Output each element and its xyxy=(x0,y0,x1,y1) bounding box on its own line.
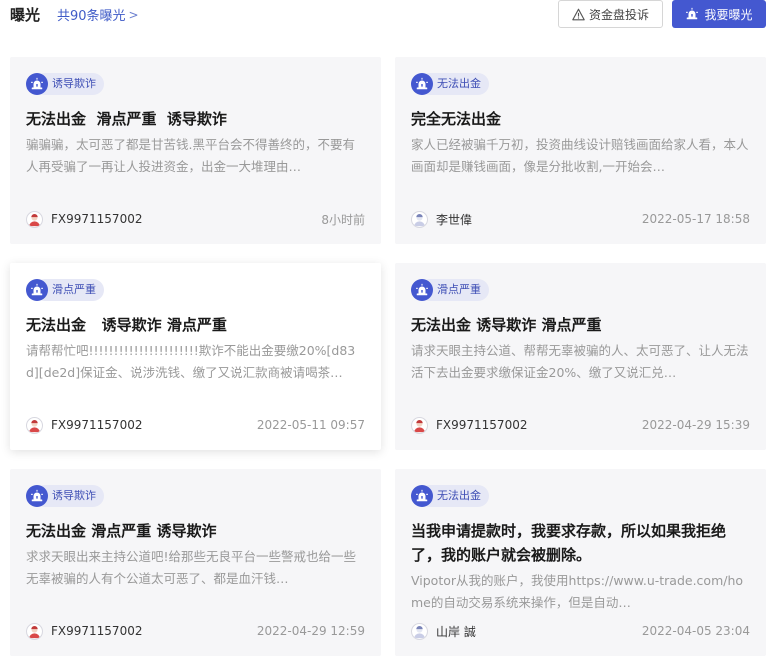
card-author: FX9971157002 xyxy=(26,210,143,228)
siren-icon xyxy=(411,73,433,95)
card-description: 请帮帮忙吧!!!!!!!!!!!!!!!!!!!!!!欺诈不能出金要缴20%[d… xyxy=(26,343,356,380)
author-name: FX9971157002 xyxy=(51,418,143,432)
card-footer: 山岸 誠 2022-04-05 23:04 xyxy=(411,621,750,641)
category-tag: 诱导欺诈 xyxy=(26,73,104,95)
post-time: 2022-05-11 09:57 xyxy=(256,418,365,432)
category-tag: 滑点严重 xyxy=(26,279,104,301)
exposure-card[interactable]: 诱导欺诈 无法出金 滑点严重 诱导欺诈 求求天眼出来主持公道吧!给那些无良平台一… xyxy=(10,469,381,656)
user-blue-avatar-icon xyxy=(411,210,428,228)
card-description: 家人已经被骗千万初，投资曲线设计赔钱画面给家人看，本人画面却是赚钱画面，像是分批… xyxy=(411,137,749,174)
exposure-count-label: 共90条曝光 xyxy=(57,9,126,24)
warning-icon xyxy=(572,8,585,20)
card-author: FX9971157002 xyxy=(26,622,143,640)
author-name: FX9971157002 xyxy=(51,624,143,638)
siren-icon xyxy=(26,279,48,301)
post-time: 8小时前 xyxy=(321,212,365,227)
card-footer: FX9971157002 2022-04-29 15:39 xyxy=(411,415,750,435)
exposure-header: 曝光 共90条曝光 > 资金盘投诉 我要曝光 xyxy=(0,0,774,40)
user-red-avatar-icon xyxy=(26,622,43,640)
siren-icon xyxy=(686,7,699,20)
post-time: 2022-05-17 18:58 xyxy=(641,212,750,226)
exposure-card[interactable]: 滑点严重 无法出金 诱导欺诈 滑点严重 请帮帮忙吧!!!!!!!!!!!!!!!… xyxy=(10,263,381,450)
user-blue-avatar-icon xyxy=(411,622,428,640)
category-tag: 无法出金 xyxy=(411,73,489,95)
siren-icon xyxy=(411,485,433,507)
user-red-avatar-icon xyxy=(26,416,43,434)
card-author: FX9971157002 xyxy=(26,416,143,434)
category-tag: 诱导欺诈 xyxy=(26,485,104,507)
post-time: 2022-04-29 15:39 xyxy=(641,418,750,432)
card-author: FX9971157002 xyxy=(411,416,528,434)
complaint-button-label: 资金盘投诉 xyxy=(588,7,649,22)
chevron-right-icon: > xyxy=(128,7,139,22)
fund-scheme-complaint-button[interactable]: 资金盘投诉 xyxy=(558,0,663,28)
card-description: 请求天眼主持公道、帮帮无辜被骗的人、太可恶了、让人无法活下去出金要求缴保证金20… xyxy=(411,343,749,380)
card-title: 无法出金 诱导欺诈 滑点严重 xyxy=(411,316,602,334)
siren-icon xyxy=(26,485,48,507)
author-name: 山岸 誠 xyxy=(436,624,476,639)
card-title: 完全无法出金 xyxy=(411,110,502,128)
card-footer: 李世偉 2022-05-17 18:58 xyxy=(411,209,750,229)
exposure-card[interactable]: 无法出金 完全无法出金 家人已经被骗千万初，投资曲线设计赔钱画面给家人看，本人画… xyxy=(395,57,766,244)
exposure-count-link[interactable]: 共90条曝光 > xyxy=(57,5,139,25)
card-footer: FX9971157002 2022-04-29 12:59 xyxy=(26,621,365,641)
exposure-card[interactable]: 无法出金 当我申请提款时，我要求存款，所以如果我拒绝了，我的账户就会被删除。 V… xyxy=(395,469,766,656)
user-red-avatar-icon xyxy=(411,416,428,434)
card-author: 山岸 誠 xyxy=(411,622,476,640)
card-description: 求求天眼出来主持公道吧!给那些无良平台一些警戒也给一些无辜被骗的人有个公道太可恶… xyxy=(26,549,357,586)
expose-button-label: 我要曝光 xyxy=(704,7,753,22)
exposure-card[interactable]: 诱导欺诈 无法出金 滑点严重 诱导欺诈 骗骗骗，太可恶了都是甘苦钱.黑平台会不得… xyxy=(10,57,381,244)
author-name: FX9971157002 xyxy=(436,418,528,432)
siren-icon xyxy=(26,73,48,95)
card-footer: FX9971157002 8小时前 xyxy=(26,209,365,229)
card-footer: FX9971157002 2022-05-11 09:57 xyxy=(26,415,365,435)
post-time: 2022-04-29 12:59 xyxy=(256,624,365,638)
author-name: FX9971157002 xyxy=(51,212,143,226)
page-title: 曝光 xyxy=(10,6,41,24)
card-description: 骗骗骗，太可恶了都是甘苦钱.黑平台会不得善终的，不要有人再受骗了一再让人投进资金… xyxy=(26,137,355,174)
category-tag: 滑点严重 xyxy=(411,279,489,301)
author-name: 李世偉 xyxy=(436,212,473,227)
card-title: 当我申请提款时，我要求存款，所以如果我拒绝了，我的账户就会被删除。 xyxy=(411,522,727,564)
user-red-avatar-icon xyxy=(26,210,43,228)
submit-exposure-button[interactable]: 我要曝光 xyxy=(672,0,766,28)
exposure-card[interactable]: 滑点严重 无法出金 诱导欺诈 滑点严重 请求天眼主持公道、帮帮无辜被骗的人、太可… xyxy=(395,263,766,450)
card-title: 无法出金 滑点严重 诱导欺诈 xyxy=(26,110,227,128)
card-author: 李世偉 xyxy=(411,210,473,228)
category-tag: 无法出金 xyxy=(411,485,489,507)
card-title: 无法出金 滑点严重 诱导欺诈 xyxy=(26,522,217,540)
post-time: 2022-04-05 23:04 xyxy=(641,624,750,638)
card-description: Vipotor从我的账户，我使用https://www.u-trade.com/… xyxy=(411,573,744,610)
siren-icon xyxy=(411,279,433,301)
card-title: 无法出金 诱导欺诈 滑点严重 xyxy=(26,316,227,334)
